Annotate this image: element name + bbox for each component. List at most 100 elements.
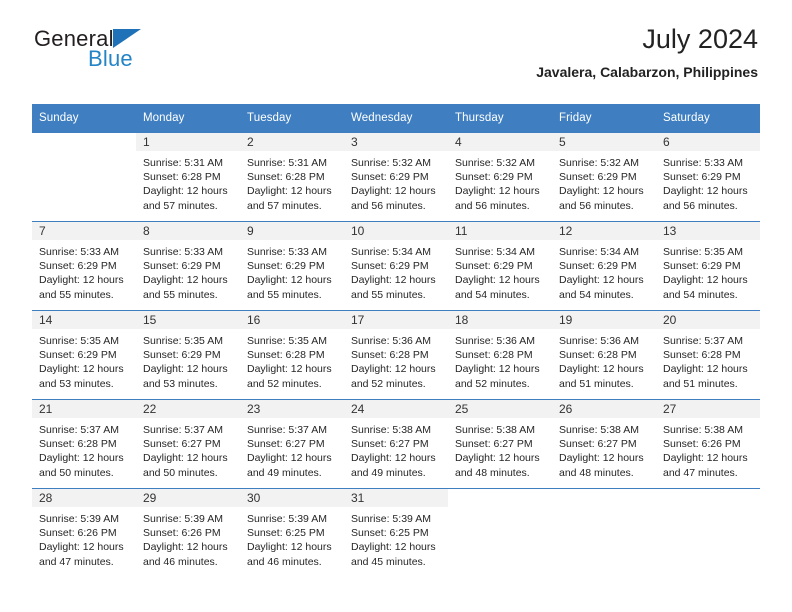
daylight-text-line2: and 46 minutes. <box>247 555 322 568</box>
daylight-text-line1: Daylight: 12 hours <box>351 363 436 376</box>
daylight-text-line1: Daylight: 12 hours <box>39 274 124 287</box>
sun-info: Sunrise: 5:32 AM Sunset: 6:29 PM Daylight:… <box>344 151 448 213</box>
daylight-text-line2: and 53 minutes. <box>39 377 114 390</box>
general-blue-logo[interactable]: General Blue <box>34 26 234 72</box>
sunrise-text: Sunrise: 5:35 AM <box>143 335 223 347</box>
day-number: 5 <box>552 133 656 151</box>
calendar-day-cell[interactable]: 22 Sunrise: 5:37 AM Sunset: 6:27 PM Dayligh… <box>136 399 240 489</box>
sun-info: Sunrise: 5:37 AM Sunset: 6:28 PM Daylight:… <box>32 418 136 480</box>
day-number: 30 <box>240 489 344 507</box>
day-number: 25 <box>448 400 552 418</box>
sun-info: Sunrise: 5:38 AM Sunset: 6:27 PM Daylight:… <box>448 418 552 480</box>
sunrise-text: Sunrise: 5:39 AM <box>143 513 223 525</box>
sunset-text: Sunset: 6:29 PM <box>663 171 741 184</box>
calendar-day-cell[interactable]: 19 Sunrise: 5:36 AM Sunset: 6:28 PM Dayligh… <box>552 310 656 400</box>
sun-info: Sunrise: 5:38 AM Sunset: 6:26 PM Daylight:… <box>656 418 760 480</box>
daylight-text-line2: and 55 minutes. <box>39 288 114 301</box>
sunrise-text: Sunrise: 5:38 AM <box>559 424 639 436</box>
weekday-header-tuesday: Tuesday <box>240 104 344 133</box>
day-number: 16 <box>240 311 344 329</box>
day-number: 23 <box>240 400 344 418</box>
sunset-text: Sunset: 6:27 PM <box>143 438 221 451</box>
sunrise-text: Sunrise: 5:31 AM <box>247 157 327 169</box>
sunrise-text: Sunrise: 5:35 AM <box>247 335 327 347</box>
calendar-day-cell[interactable]: 21 Sunrise: 5:37 AM Sunset: 6:28 PM Dayligh… <box>32 399 136 489</box>
calendar-day-cell[interactable]: 5 Sunrise: 5:32 AM Sunset: 6:29 PM Daylight… <box>552 132 656 222</box>
daylight-text-line1: Daylight: 12 hours <box>143 363 228 376</box>
sun-info: Sunrise: 5:36 AM Sunset: 6:28 PM Daylight:… <box>344 329 448 391</box>
calendar-day-cell[interactable]: 15 Sunrise: 5:35 AM Sunset: 6:29 PM Dayligh… <box>136 310 240 400</box>
calendar-day-cell[interactable]: 28 Sunrise: 5:39 AM Sunset: 6:26 PM Dayligh… <box>32 488 136 577</box>
sunset-text: Sunset: 6:29 PM <box>663 260 741 273</box>
day-number: 20 <box>656 311 760 329</box>
page-subtitle: Javalera, Calabarzon, Philippines <box>536 64 758 80</box>
sun-info: Sunrise: 5:33 AM Sunset: 6:29 PM Daylight:… <box>240 240 344 302</box>
day-number: 11 <box>448 222 552 240</box>
daylight-text-line1: Daylight: 12 hours <box>143 452 228 465</box>
calendar-day-cell[interactable]: 3 Sunrise: 5:32 AM Sunset: 6:29 PM Daylight… <box>344 132 448 222</box>
sunrise-text: Sunrise: 5:36 AM <box>351 335 431 347</box>
calendar-day-cell[interactable]: 18 Sunrise: 5:36 AM Sunset: 6:28 PM Dayligh… <box>448 310 552 400</box>
daylight-text-line1: Daylight: 12 hours <box>247 274 332 287</box>
daylight-text-line1: Daylight: 12 hours <box>143 541 228 554</box>
sunrise-text: Sunrise: 5:37 AM <box>663 335 743 347</box>
calendar-day-cell[interactable]: 7 Sunrise: 5:33 AM Sunset: 6:29 PM Daylight… <box>32 221 136 311</box>
calendar-week-row: 14 Sunrise: 5:35 AM Sunset: 6:29 PM Dayligh… <box>32 310 760 400</box>
calendar-day-cell[interactable]: 27 Sunrise: 5:38 AM Sunset: 6:26 PM Dayligh… <box>656 399 760 489</box>
day-number: 14 <box>32 311 136 329</box>
calendar-day-cell[interactable]: 11 Sunrise: 5:34 AM Sunset: 6:29 PM Dayligh… <box>448 221 552 311</box>
daylight-text-line2: and 56 minutes. <box>559 199 634 212</box>
sunrise-text: Sunrise: 5:38 AM <box>351 424 431 436</box>
sunset-text: Sunset: 6:26 PM <box>663 438 741 451</box>
calendar-day-cell[interactable]: 12 Sunrise: 5:34 AM Sunset: 6:29 PM Dayligh… <box>552 221 656 311</box>
sun-info: Sunrise: 5:34 AM Sunset: 6:29 PM Daylight:… <box>448 240 552 302</box>
sunset-text: Sunset: 6:29 PM <box>39 260 117 273</box>
day-number: 8 <box>136 222 240 240</box>
calendar-day-cell[interactable]: 29 Sunrise: 5:39 AM Sunset: 6:26 PM Dayligh… <box>136 488 240 577</box>
calendar-day-cell[interactable]: 8 Sunrise: 5:33 AM Sunset: 6:29 PM Daylight… <box>136 221 240 311</box>
daylight-text-line1: Daylight: 12 hours <box>559 185 644 198</box>
calendar-day-cell[interactable]: 4 Sunrise: 5:32 AM Sunset: 6:29 PM Daylight… <box>448 132 552 222</box>
calendar-day-cell[interactable]: 9 Sunrise: 5:33 AM Sunset: 6:29 PM Daylight… <box>240 221 344 311</box>
sunrise-text: Sunrise: 5:36 AM <box>559 335 639 347</box>
sun-info: Sunrise: 5:38 AM Sunset: 6:27 PM Daylight:… <box>552 418 656 480</box>
sunset-text: Sunset: 6:28 PM <box>143 171 221 184</box>
day-number: 9 <box>240 222 344 240</box>
sunset-text: Sunset: 6:25 PM <box>351 527 429 540</box>
sunset-text: Sunset: 6:28 PM <box>351 349 429 362</box>
logo-text-blue: Blue <box>88 46 133 71</box>
calendar-day-cell[interactable]: 25 Sunrise: 5:38 AM Sunset: 6:27 PM Dayligh… <box>448 399 552 489</box>
calendar-day-cell[interactable]: 1 Sunrise: 5:31 AM Sunset: 6:28 PM Daylight… <box>136 132 240 222</box>
calendar-day-cell[interactable]: 30 Sunrise: 5:39 AM Sunset: 6:25 PM Dayligh… <box>240 488 344 577</box>
daylight-text-line1: Daylight: 12 hours <box>455 363 540 376</box>
calendar-day-cell[interactable]: 26 Sunrise: 5:38 AM Sunset: 6:27 PM Dayligh… <box>552 399 656 489</box>
calendar-day-cell[interactable]: 2 Sunrise: 5:31 AM Sunset: 6:28 PM Daylight… <box>240 132 344 222</box>
calendar-day-cell[interactable]: 17 Sunrise: 5:36 AM Sunset: 6:28 PM Dayligh… <box>344 310 448 400</box>
calendar-day-cell[interactable]: 20 Sunrise: 5:37 AM Sunset: 6:28 PM Dayligh… <box>656 310 760 400</box>
calendar-day-cell[interactable]: 16 Sunrise: 5:35 AM Sunset: 6:28 PM Dayligh… <box>240 310 344 400</box>
sunrise-text: Sunrise: 5:39 AM <box>39 513 119 525</box>
calendar-day-cell[interactable]: 24 Sunrise: 5:38 AM Sunset: 6:27 PM Dayligh… <box>344 399 448 489</box>
sunset-text: Sunset: 6:27 PM <box>455 438 533 451</box>
daylight-text-line2: and 47 minutes. <box>39 555 114 568</box>
sunrise-text: Sunrise: 5:39 AM <box>247 513 327 525</box>
daylight-text-line2: and 54 minutes. <box>455 288 530 301</box>
page-header: General Blue July 2024 Javalera, Calabar… <box>32 0 760 80</box>
daylight-text-line1: Daylight: 12 hours <box>247 185 332 198</box>
sunrise-text: Sunrise: 5:37 AM <box>143 424 223 436</box>
calendar-day-cell[interactable]: 6 Sunrise: 5:33 AM Sunset: 6:29 PM Daylight… <box>656 132 760 222</box>
day-number <box>656 489 760 507</box>
calendar-day-cell[interactable]: 10 Sunrise: 5:34 AM Sunset: 6:29 PM Dayligh… <box>344 221 448 311</box>
calendar-body: 1 Sunrise: 5:31 AM Sunset: 6:28 PM Daylight… <box>32 132 760 577</box>
sunset-text: Sunset: 6:28 PM <box>455 349 533 362</box>
calendar-day-cell[interactable]: 14 Sunrise: 5:35 AM Sunset: 6:29 PM Dayligh… <box>32 310 136 400</box>
daylight-text-line2: and 49 minutes. <box>247 466 322 479</box>
sun-info: Sunrise: 5:33 AM Sunset: 6:29 PM Daylight:… <box>32 240 136 302</box>
day-number: 28 <box>32 489 136 507</box>
day-number: 10 <box>344 222 448 240</box>
day-number: 13 <box>656 222 760 240</box>
calendar-day-cell[interactable]: 13 Sunrise: 5:35 AM Sunset: 6:29 PM Dayligh… <box>656 221 760 311</box>
title-block: July 2024 Javalera, Calabarzon, Philippi… <box>536 22 758 82</box>
calendar-day-cell[interactable]: 31 Sunrise: 5:39 AM Sunset: 6:25 PM Dayligh… <box>344 488 448 577</box>
calendar-day-cell[interactable]: 23 Sunrise: 5:37 AM Sunset: 6:27 PM Dayligh… <box>240 399 344 489</box>
